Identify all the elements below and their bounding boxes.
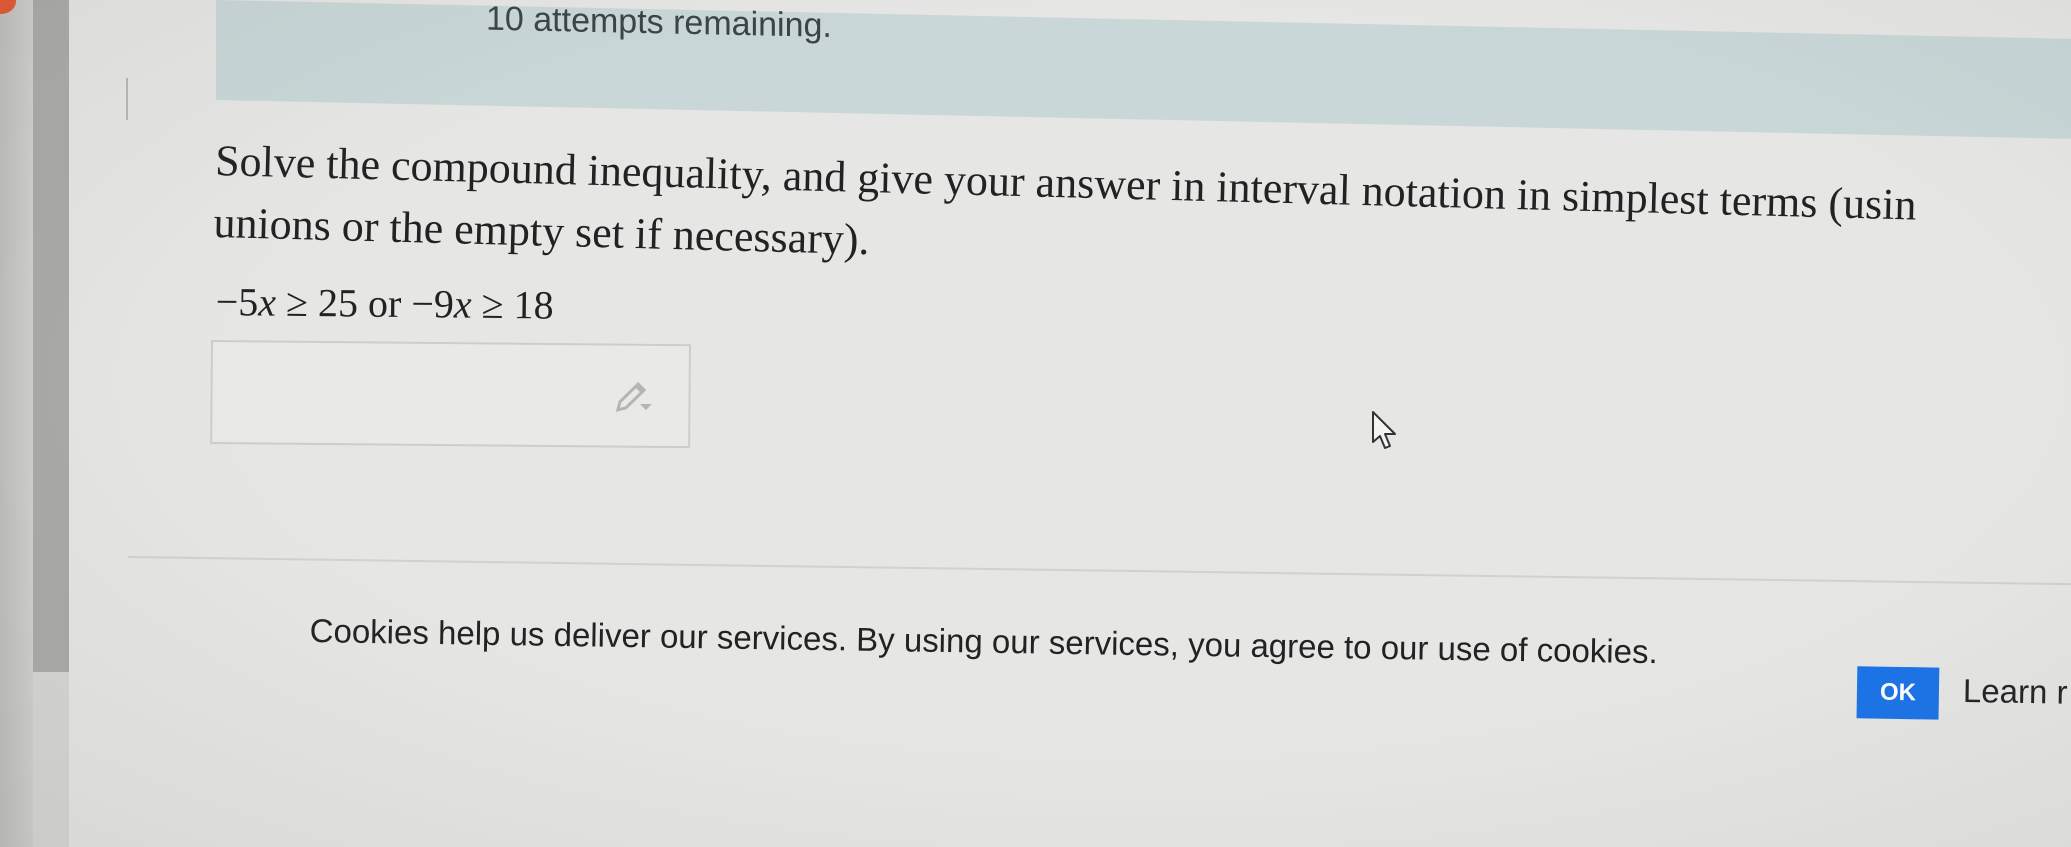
cookie-ok-button[interactable]: OK [1856,666,1940,720]
attempts-remaining-text: 10 attempts remaining. [486,0,832,45]
inequality-2-variable: x [453,281,472,327]
inequality-2-coefficient: −9 [411,281,455,327]
mouse-pointer-icon [1372,411,1396,449]
inequality-1-coefficient: −5 [215,278,259,325]
left-edge [0,0,33,847]
inequality-2-relation: ≥ 18 [471,281,554,328]
inequality-connector: or [357,280,412,327]
inequality-expression: −5x ≥ 25 or −9x ≥ 18 [216,278,554,329]
scrollbar-track[interactable] [33,672,69,847]
logo-icon [0,0,16,14]
inequality-1-variable: x [258,279,277,325]
text-caret [126,78,128,120]
learn-more-link[interactable]: Learn r [1963,672,2068,712]
scrollbar-thumb[interactable] [33,0,69,672]
inequality-1-relation: ≥ 25 [275,279,359,326]
pencil-icon[interactable] [612,372,656,416]
